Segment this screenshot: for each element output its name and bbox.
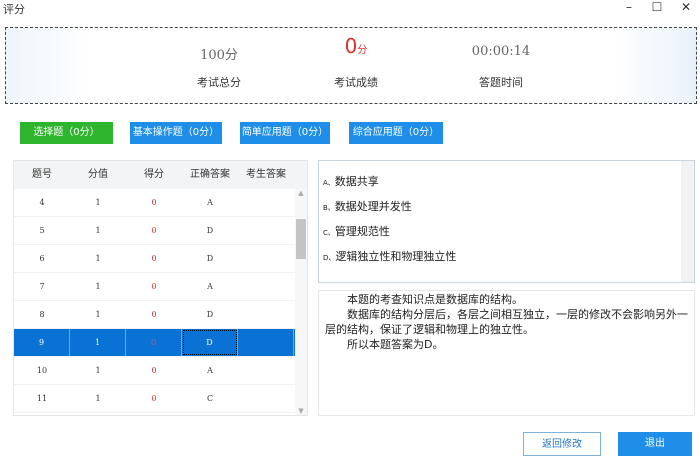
header-points: 分值 (88, 169, 108, 180)
table-row[interactable]: 8 1 0 D (14, 301, 307, 329)
table-row[interactable]: 11 1 0 C (14, 385, 307, 413)
cell-score: 0 (151, 282, 157, 291)
exam-score-value: 0分 (344, 34, 368, 58)
scroll-thumb[interactable] (296, 219, 306, 259)
scroll-up-icon[interactable]: ▲ (295, 189, 307, 197)
cell-points: 1 (95, 226, 101, 235)
cell-correct: D (206, 310, 214, 319)
cell-points: 1 (95, 198, 101, 207)
cell-score: 0 (151, 394, 157, 403)
cell-number: 8 (39, 310, 45, 319)
cell-score: 0 (126, 329, 182, 356)
maximize-button[interactable]: ☐ (645, 0, 669, 14)
cell-student (238, 245, 294, 272)
minimize-button[interactable]: – (617, 0, 641, 14)
cell-correct: A (207, 282, 213, 291)
cell-student (238, 217, 294, 244)
score-summary: 100分 考试总分 0分 考试成绩 00:00:14 答题时间 (5, 27, 697, 104)
header-correct: 正确答案 (190, 169, 230, 180)
header-student: 考生答案 (246, 169, 286, 180)
option-b: B、数据处理并发性 (323, 200, 412, 213)
cell-number: 10 (36, 366, 48, 375)
table-header: 题号 分值 得分 正确答案 考生答案 (14, 161, 307, 189)
cell-correct: A (207, 366, 213, 375)
tab-comprehensive-application[interactable]: 综合应用题（0分） (349, 122, 443, 144)
cell-correct: D (206, 226, 214, 235)
option-a: A、数据共享 (323, 175, 379, 188)
tab-simple-application[interactable]: 简单应用题（0分） (240, 122, 330, 144)
close-button[interactable]: ✕ (674, 0, 698, 14)
tab-basic-operation[interactable]: 基本操作题（0分） (130, 122, 222, 144)
explanation-panel: 本题的考查知识点是数据库的结构。 数据库的结构分层后，各层之间相互独立，一层的修… (318, 290, 695, 416)
cell-student (238, 329, 294, 356)
cell-score: 0 (151, 198, 157, 207)
cell-number: 4 (39, 198, 45, 207)
cell-points: 1 (95, 366, 101, 375)
total-score-value: 100分 (200, 48, 238, 63)
cell-student (238, 385, 294, 412)
cell-points: 1 (95, 254, 101, 263)
exam-score-label: 考试成绩 (334, 76, 378, 89)
cell-number: 7 (39, 282, 45, 291)
answer-time-value: 00:00:14 (471, 44, 531, 59)
cell-correct: C (206, 394, 214, 403)
table-row[interactable]: 10 1 0 A (14, 357, 307, 385)
options-panel: A、数据共享 B、数据处理并发性 C、管理规范性 D、逻辑独立性和物理独立性 (318, 160, 695, 283)
explanation-line: 所以本题答案为D。 (347, 338, 444, 351)
cell-student (238, 357, 294, 384)
header-number: 题号 (32, 169, 52, 180)
scroll-down-icon[interactable]: ▼ (295, 407, 307, 415)
options-scrollbar[interactable] (681, 161, 694, 282)
header-score: 得分 (144, 169, 164, 180)
cell-student (238, 273, 294, 300)
table-scrollbar[interactable]: ▲ ▼ (295, 189, 307, 415)
cell-points: 1 (95, 282, 101, 291)
cell-score: 0 (151, 310, 157, 319)
cell-points: 1 (70, 329, 126, 356)
explanation-line: 数据库的结构分层后，各层之间相互独立，一层的修改不会影响另外一层的结构，保证了逻… (325, 308, 688, 336)
explanation-line: 本题的考查知识点是数据库的结构。 (347, 293, 523, 306)
cell-number: 6 (39, 254, 45, 263)
cell-student (238, 189, 294, 216)
table-row[interactable]: 910D (14, 329, 307, 357)
exit-button[interactable]: 退出 (618, 432, 692, 456)
table-row[interactable]: 5 1 0 D (14, 217, 307, 245)
question-table: 题号 分值 得分 正确答案 考生答案 410A510D610D710A810D9… (13, 160, 308, 416)
cell-correct: D (182, 329, 238, 356)
tab-choice[interactable]: 选择题（0分） (20, 122, 113, 144)
cell-points: 1 (95, 394, 101, 403)
cell-points: 1 (95, 310, 101, 319)
answer-time-label: 答题时间 (479, 76, 523, 89)
cell-score: 0 (151, 254, 157, 263)
cell-number: 11 (36, 394, 48, 403)
table-row[interactable]: 6 1 0 D (14, 245, 307, 273)
back-to-edit-button[interactable]: 返回修改 (523, 432, 601, 456)
cell-number: 9 (14, 329, 70, 356)
total-score-label: 考试总分 (197, 76, 241, 89)
table-row[interactable]: 7 1 0 A (14, 273, 307, 301)
window-title: 评分 (3, 3, 25, 16)
cell-score: 0 (151, 226, 157, 235)
table-row[interactable]: 4 1 0 A (14, 189, 307, 217)
option-d: D、逻辑独立性和物理独立性 (323, 250, 457, 263)
cell-student (238, 301, 294, 328)
cell-correct: D (206, 254, 214, 263)
cell-correct: A (207, 198, 213, 207)
option-c: C、管理规范性 (323, 225, 390, 238)
cell-number: 5 (39, 226, 45, 235)
cell-score: 0 (151, 366, 157, 375)
